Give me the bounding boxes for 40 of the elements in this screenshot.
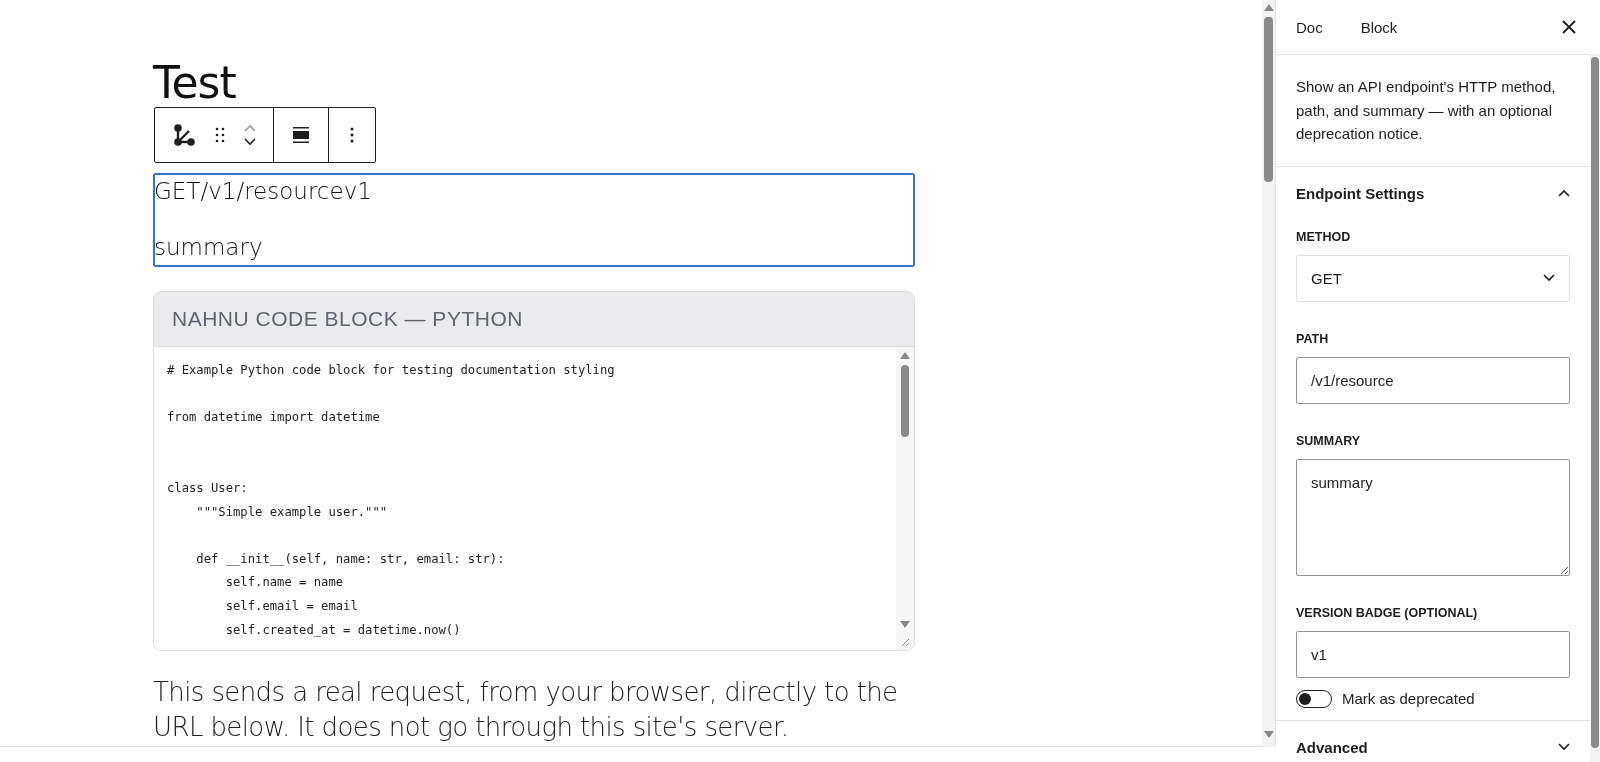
toggle-switch[interactable] bbox=[1296, 689, 1332, 708]
endpoint-summary: summary bbox=[154, 233, 264, 262]
scrollbar[interactable] bbox=[1590, 54, 1600, 762]
scrollbar[interactable] bbox=[896, 347, 914, 650]
chevron-down-icon bbox=[1543, 274, 1555, 282]
input-field[interactable]: v1 bbox=[1296, 630, 1570, 678]
chevron-down-icon bbox=[244, 138, 256, 146]
resize-handle-icon[interactable] bbox=[900, 637, 910, 647]
scroll-up-icon[interactable] bbox=[900, 351, 910, 359]
input-field[interactable]: /v1/resource bbox=[1296, 356, 1570, 404]
toggle-label: Mark as deprecated bbox=[1342, 690, 1475, 707]
scroll-down-icon[interactable] bbox=[900, 621, 910, 629]
chevron-up-icon bbox=[244, 124, 256, 132]
scrollbar[interactable] bbox=[1262, 0, 1276, 747]
endpoint-heading: GET/v1/resourcev1 bbox=[154, 177, 373, 206]
paragraph: This sends a real request, from your browser, directly to the URL below. It does not go through this site's server. bbox=[153, 676, 899, 744]
align-icon[interactable] bbox=[291, 126, 311, 144]
chevron-down-icon bbox=[1558, 743, 1570, 751]
more-options-icon[interactable] bbox=[350, 126, 354, 144]
sidebar-tab[interactable]: Doc bbox=[1296, 12, 1323, 42]
scroll-up-icon[interactable] bbox=[1263, 3, 1274, 11]
scroll-down-icon[interactable] bbox=[1263, 731, 1274, 739]
post-title[interactable]: Test bbox=[153, 62, 915, 104]
drag-handle-icon[interactable] bbox=[214, 126, 226, 144]
sidebar-tab[interactable]: Block bbox=[1360, 12, 1398, 42]
scrollbar-thumb[interactable] bbox=[901, 365, 909, 437]
block-type-icon[interactable] bbox=[172, 123, 196, 147]
scrollbar-thumb[interactable] bbox=[1264, 17, 1273, 182]
panel-header[interactable]: Endpoint Settings bbox=[1276, 166, 1590, 218]
endpoint-block[interactable]: GET/v1/resourcev1 summary bbox=[153, 173, 915, 267]
chevron-up-icon bbox=[1558, 189, 1570, 197]
method-select[interactable]: GET bbox=[1296, 254, 1570, 302]
field-label: SUMMARY bbox=[1296, 433, 1362, 448]
code-block-header: NAHNU CODE BLOCK — PYTHON bbox=[154, 292, 914, 347]
field-label: VERSION BADGE (OPTIONAL) bbox=[1296, 605, 1479, 620]
summary-field[interactable]: summary bbox=[1296, 458, 1570, 576]
field-label: METHOD bbox=[1296, 229, 1352, 244]
panel-header[interactable]: Advanced bbox=[1276, 720, 1590, 762]
field-label: PATH bbox=[1296, 331, 1330, 346]
code-text: # Example Python code block for testing documentation styling from datetime import datetime class User: """Simple example user.""" def __init__(self, name: str, email: str): self.name = name self.email = email self.created_at = datetime.now() bbox=[166, 362, 616, 639]
